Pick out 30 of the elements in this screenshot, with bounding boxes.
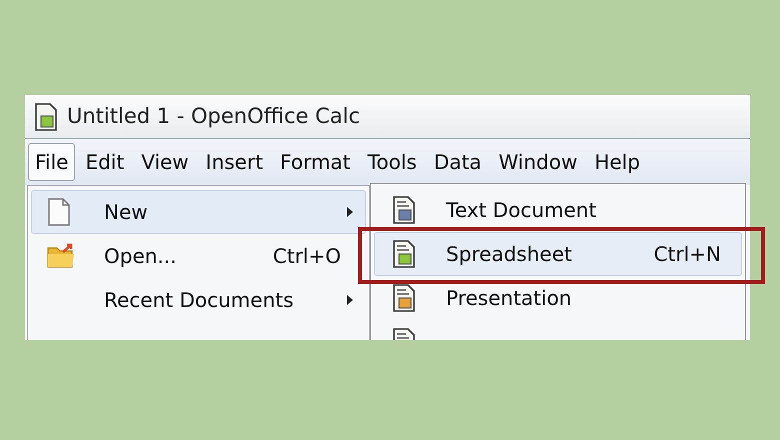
menu-label: Presentation	[446, 285, 573, 312]
text-document-icon	[391, 195, 417, 225]
menu-entry[interactable]: Presentation	[374, 276, 742, 320]
window-title: Untitled 1 - OpenOffice Calc	[67, 102, 360, 130]
menu-label: Text Document	[446, 197, 598, 224]
menu-item[interactable]: Window	[492, 143, 584, 181]
menu-entry[interactable]: New	[31, 190, 366, 234]
menu-item[interactable]: View	[134, 143, 196, 181]
shortcut-label: Ctrl+O	[272, 243, 341, 270]
folder-icon	[46, 242, 76, 270]
menu-entry[interactable]: Spreadsheet Ctrl+N	[374, 232, 742, 276]
shortcut-label: Ctrl+N	[654, 241, 721, 268]
spreadsheet-icon	[33, 102, 59, 132]
presentation-icon	[391, 283, 417, 313]
menu-label: New	[104, 199, 149, 226]
menu-item[interactable]: Help	[587, 143, 648, 181]
spreadsheet-icon	[391, 239, 417, 269]
menu-label: Spreadsheet	[446, 241, 573, 268]
menu-item[interactable]: File	[28, 143, 76, 181]
menu-item[interactable]: Format	[273, 143, 358, 181]
menu-item[interactable]: Data	[426, 143, 489, 181]
menu-item[interactable]: Insert	[198, 143, 270, 181]
menu-label: Open...	[104, 243, 178, 270]
menu-item[interactable]: Edit	[78, 143, 132, 181]
menu-entry[interactable]: Recent Documents	[31, 278, 366, 322]
menu-entry[interactable]: Text Document	[374, 188, 742, 232]
menu-item[interactable]: Tools	[360, 143, 424, 181]
menu-label: Recent Documents	[104, 287, 295, 314]
blank-page-icon	[46, 197, 72, 227]
menu-entry[interactable]: Open... Ctrl+O	[31, 234, 366, 278]
